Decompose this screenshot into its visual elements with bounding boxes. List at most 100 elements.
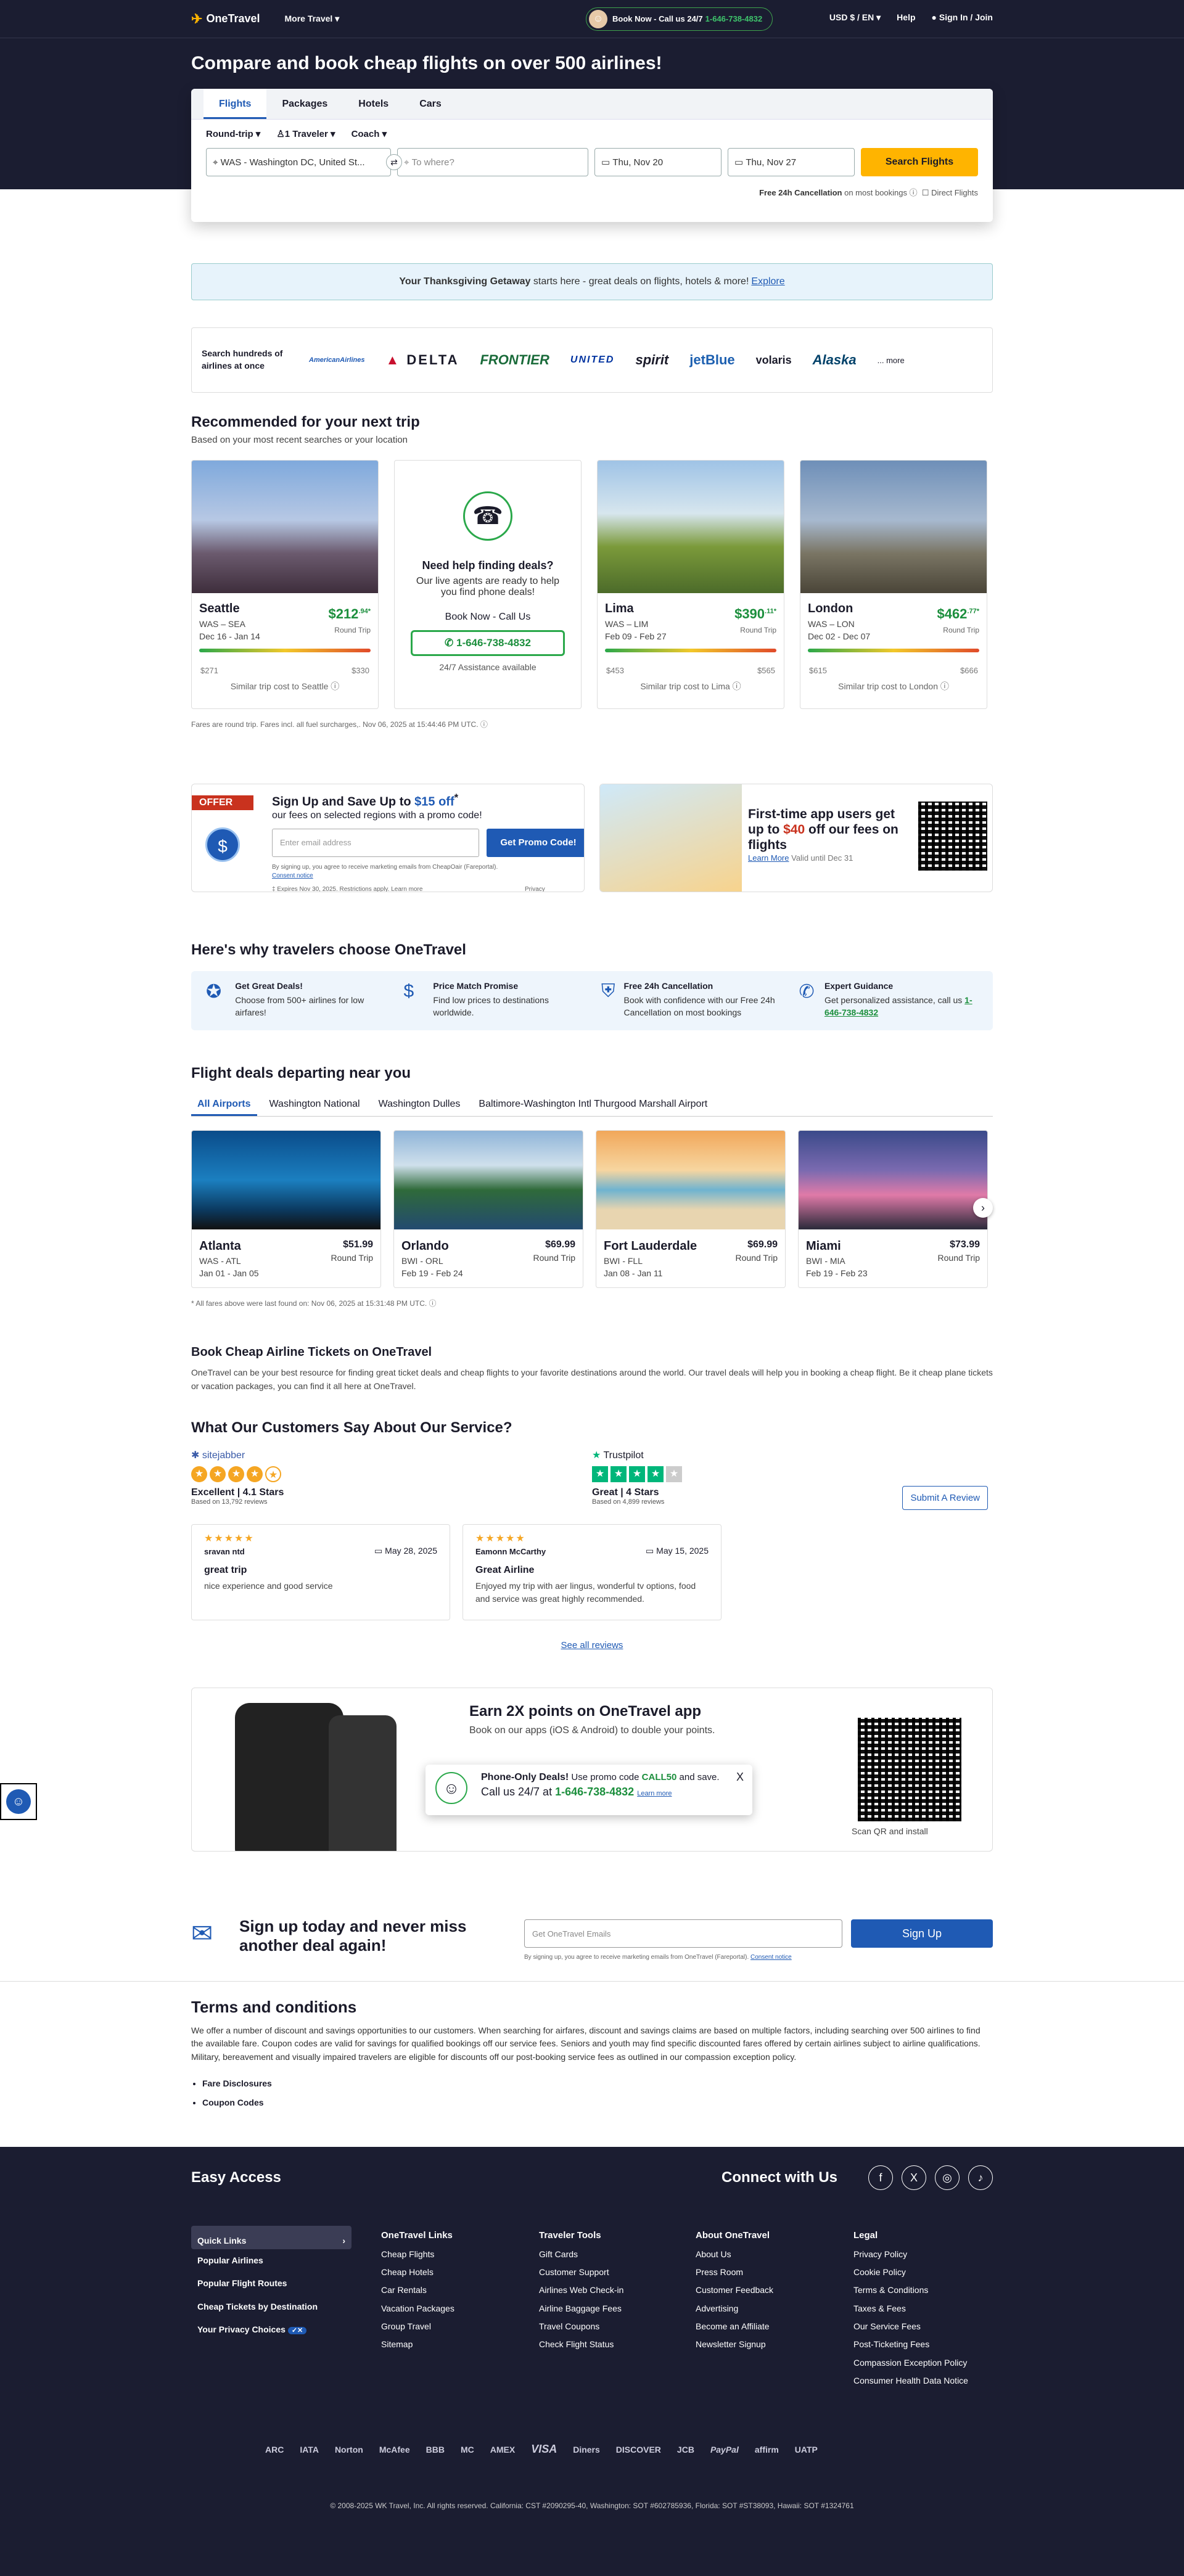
app-promo-card: First-time app users get up to $40 off o… bbox=[599, 784, 993, 892]
more-travel-menu[interactable]: More Travel ▾ bbox=[284, 14, 339, 24]
footer-link[interactable]: Vacation Packages bbox=[381, 2300, 454, 2318]
get-promo-button[interactable]: Get Promo Code! bbox=[487, 829, 584, 857]
popular-routes-link[interactable]: Popular Flight Routes bbox=[191, 2272, 352, 2295]
signin-link[interactable]: ● Sign In / Join bbox=[932, 12, 993, 23]
footer-link[interactable]: Check Flight Status bbox=[539, 2336, 623, 2353]
trustpilot-stars: ★ ★ ★ ★ ★ bbox=[592, 1466, 993, 1482]
footer-link[interactable]: Sitemap bbox=[381, 2336, 454, 2353]
footer-link[interactable]: Our Service Fees bbox=[853, 2318, 968, 2336]
footer-link[interactable]: Travel Coupons bbox=[539, 2318, 623, 2336]
swap-icon[interactable]: ⇄ bbox=[386, 154, 402, 170]
footer-link[interactable]: Taxes & Fees bbox=[853, 2300, 968, 2318]
depart-date[interactable]: ▭ Thu, Nov 20 bbox=[594, 148, 722, 176]
search-flights-button[interactable]: Search Flights bbox=[861, 148, 978, 176]
logo[interactable]: ✈ OneTravel bbox=[191, 11, 260, 27]
tab-all-airports[interactable]: All Airports bbox=[191, 1092, 257, 1116]
quick-links-item[interactable]: Quick Links › bbox=[191, 2226, 352, 2249]
x-icon[interactable]: X bbox=[902, 2165, 926, 2190]
promo-email-input[interactable]: Enter email address bbox=[272, 829, 479, 857]
from-field[interactable]: ⌖ WAS - Washington DC, United St... bbox=[206, 148, 391, 176]
deal-card-orlando[interactable]: Orlando $69.99 Round Trip BWI - ORL Feb 19 -… bbox=[393, 1130, 583, 1288]
tab-cars[interactable]: Cars bbox=[404, 89, 457, 119]
travelers-select[interactable]: ♙1 Traveler ▾ bbox=[276, 128, 335, 139]
explore-link[interactable]: Explore bbox=[751, 276, 784, 287]
footer-link[interactable]: Newsletter Signup bbox=[696, 2336, 773, 2353]
submit-review-button[interactable]: Submit A Review bbox=[902, 1485, 988, 1510]
logo-icon: ✈ bbox=[191, 10, 203, 27]
deal-card-fort-lauderdale[interactable]: Fort Lauderdale $69.99 Round Trip BWI - FLL… bbox=[596, 1130, 786, 1288]
star-icon: ★ bbox=[210, 1466, 226, 1482]
footer-link[interactable]: Airlines Web Check-in bbox=[539, 2281, 623, 2299]
return-value: Thu, Nov 27 bbox=[746, 157, 797, 168]
footer-link[interactable]: Post-Ticketing Fees bbox=[853, 2336, 968, 2353]
facebook-icon[interactable]: f bbox=[868, 2165, 893, 2190]
footer-link[interactable]: Gift Cards bbox=[539, 2246, 623, 2263]
cheap-tickets-link[interactable]: Cheap Tickets by Destination bbox=[191, 2295, 352, 2318]
footer-link[interactable]: Airline Baggage Fees bbox=[539, 2300, 623, 2318]
tab-hotels[interactable]: Hotels bbox=[343, 89, 404, 119]
cabin-select[interactable]: Coach ▾ bbox=[352, 128, 387, 139]
trip-type-select[interactable]: Round-trip ▾ bbox=[206, 128, 260, 139]
book-now-call[interactable]: ☺ Book Now - Call us 24/7 1-646-738-4832 bbox=[586, 7, 773, 31]
footer-link[interactable]: Cookie Policy bbox=[853, 2263, 968, 2281]
fare-disclosures-link[interactable]: Fare Disclosures bbox=[202, 2074, 993, 2093]
tab-flights[interactable]: Flights bbox=[204, 89, 267, 119]
footer-link[interactable]: Customer Support bbox=[539, 2263, 623, 2281]
signup-email-input[interactable]: Get OneTravel Emails bbox=[524, 1919, 842, 1948]
deals-note: * All fares above were last found on: No… bbox=[191, 1299, 437, 1308]
see-all-reviews-link[interactable]: See all reviews bbox=[191, 1640, 993, 1651]
price-value: $462 bbox=[937, 606, 968, 621]
footer-link[interactable]: Customer Feedback bbox=[696, 2281, 773, 2299]
call-button[interactable]: ✆ 1-646-738-4832 bbox=[411, 630, 565, 656]
footer-link[interactable]: Compassion Exception Policy bbox=[853, 2354, 968, 2372]
tiktok-icon[interactable]: ♪ bbox=[968, 2165, 993, 2190]
footer-link[interactable]: Advertising bbox=[696, 2300, 773, 2318]
more-airlines-link[interactable]: ... more bbox=[878, 356, 905, 365]
tab-packages[interactable]: Packages bbox=[266, 89, 343, 119]
tab-washington-national[interactable]: Washington National bbox=[263, 1092, 366, 1116]
help-link[interactable]: Help bbox=[897, 12, 915, 23]
sitejabber-stars: ★ ★ ★ ★ ★ bbox=[191, 1466, 592, 1482]
rec-card-lima[interactable]: Lima $390.11* Round Trip WAS – LIM Feb 09… bbox=[597, 460, 784, 709]
currency-selector[interactable]: USD $ / EN ▾ bbox=[829, 12, 881, 23]
direct-checkbox[interactable]: ☐ bbox=[922, 188, 929, 197]
popular-airlines-link[interactable]: Popular Airlines bbox=[191, 2249, 352, 2272]
footer-link[interactable]: Privacy Policy bbox=[853, 2246, 968, 2263]
footer-link[interactable]: Car Rentals bbox=[381, 2281, 454, 2299]
to-field[interactable]: ⌖ To where? bbox=[397, 148, 588, 176]
footer-link[interactable]: Press Room bbox=[696, 2263, 773, 2281]
footer-link[interactable]: Terms & Conditions bbox=[853, 2281, 968, 2299]
footer-link[interactable]: Group Travel bbox=[381, 2318, 454, 2336]
footer-link[interactable]: Become an Affiliate bbox=[696, 2318, 773, 2336]
close-icon[interactable]: X bbox=[736, 1771, 744, 1784]
footer-link[interactable]: Consumer Health Data Notice bbox=[853, 2372, 968, 2390]
app-promo-title: First-time app users get up to $40 off o… bbox=[748, 806, 902, 853]
return-date[interactable]: ▭ Thu, Nov 27 bbox=[728, 148, 855, 176]
signup-button[interactable]: Sign Up bbox=[851, 1919, 993, 1948]
privacy-link[interactable]: Privacy Policy bbox=[525, 885, 545, 892]
learn-more-link[interactable]: Learn more bbox=[391, 886, 422, 892]
deal-card-miami[interactable]: Miami $73.99 Round Trip BWI - MIA Feb 19 - F… bbox=[798, 1130, 988, 1288]
instagram-icon[interactable]: ◎ bbox=[935, 2165, 960, 2190]
footer-link[interactable]: Cheap Hotels bbox=[381, 2263, 454, 2281]
footer-link[interactable]: Cheap Flights bbox=[381, 2246, 454, 2263]
seattle-image bbox=[192, 461, 378, 593]
consent-link[interactable]: Consent notice bbox=[272, 872, 498, 880]
deal-route: BWI - MIA bbox=[806, 1256, 845, 1266]
paypal-icon: PayPal bbox=[710, 2444, 739, 2455]
chevron-right-icon[interactable]: › bbox=[973, 1198, 993, 1218]
deal-card-atlanta[interactable]: Atlanta $51.99 Round Trip WAS - ATL Jan 01 -… bbox=[191, 1130, 381, 1288]
toast-learn-more[interactable]: Learn more bbox=[637, 1790, 672, 1797]
toast-phone[interactable]: 1-646-738-4832 bbox=[555, 1786, 634, 1798]
diners-icon: Diners bbox=[573, 2444, 600, 2455]
tab-washington-dulles[interactable]: Washington Dulles bbox=[372, 1092, 467, 1116]
coupon-codes-link[interactable]: Coupon Codes bbox=[202, 2093, 993, 2112]
privacy-choices-link[interactable]: Your Privacy Choices ✓✕ bbox=[191, 2318, 352, 2341]
app-learn-more[interactable]: Learn More Valid until Dec 31 bbox=[748, 853, 853, 863]
tab-bwi[interactable]: Baltimore-Washington Intl Thurgood Marsh… bbox=[472, 1092, 713, 1116]
footer-link[interactable]: About Us bbox=[696, 2246, 773, 2263]
rec-card-seattle[interactable]: Seattle $212.94* Round Trip WAS – SEA Dec… bbox=[191, 460, 379, 709]
rec-card-london[interactable]: London $462.77* Round Trip WAS – LON Dec … bbox=[800, 460, 987, 709]
chat-help-widget[interactable]: ☺ bbox=[0, 1783, 37, 1820]
signup-consent-link[interactable]: Consent notice bbox=[750, 1954, 792, 1961]
